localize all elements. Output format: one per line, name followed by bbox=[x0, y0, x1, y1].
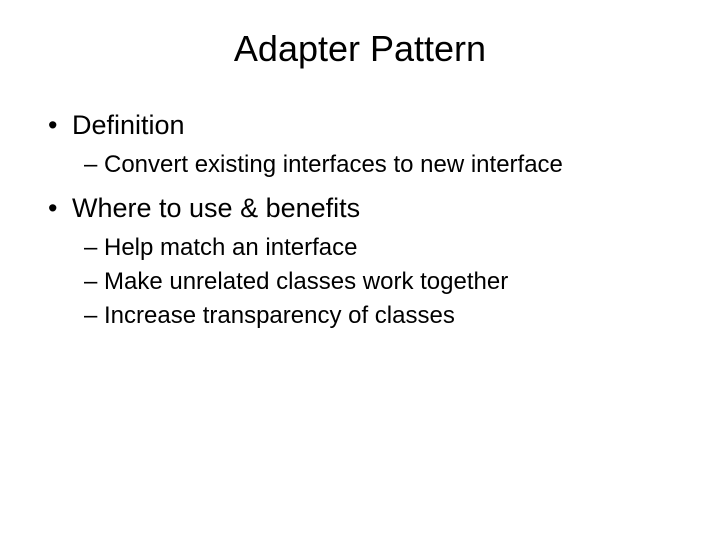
dash-marker: – bbox=[84, 268, 104, 296]
slide-title: Adapter Pattern bbox=[40, 28, 680, 70]
slide: Adapter Pattern • Definition – Convert e… bbox=[0, 0, 720, 540]
sub-bullet-text: Make unrelated classes work together bbox=[104, 268, 508, 296]
bullet-text: Definition bbox=[72, 110, 185, 141]
bullet-where-to-use: • Where to use & benefits bbox=[40, 193, 680, 224]
section-where-to-use: • Where to use & benefits – Help match a… bbox=[40, 193, 680, 330]
section-definition: • Definition – Convert existing interfac… bbox=[40, 110, 680, 179]
bullet-text: Where to use & benefits bbox=[72, 193, 360, 224]
dash-marker: – bbox=[84, 302, 104, 330]
sub-bullet: – Convert existing interfaces to new int… bbox=[40, 151, 680, 179]
bullet-marker: • bbox=[40, 110, 72, 141]
sub-bullet: – Help match an interface bbox=[40, 234, 680, 262]
sub-bullet: – Make unrelated classes work together bbox=[40, 268, 680, 296]
bullet-marker: • bbox=[40, 193, 72, 224]
sub-bullet-text: Help match an interface bbox=[104, 234, 357, 262]
dash-marker: – bbox=[84, 234, 104, 262]
bullet-definition: • Definition bbox=[40, 110, 680, 141]
sub-bullet-text: Convert existing interfaces to new inter… bbox=[104, 151, 563, 179]
sub-bullet-text: Increase transparency of classes bbox=[104, 302, 455, 330]
dash-marker: – bbox=[84, 151, 104, 179]
sub-bullet: – Increase transparency of classes bbox=[40, 302, 680, 330]
